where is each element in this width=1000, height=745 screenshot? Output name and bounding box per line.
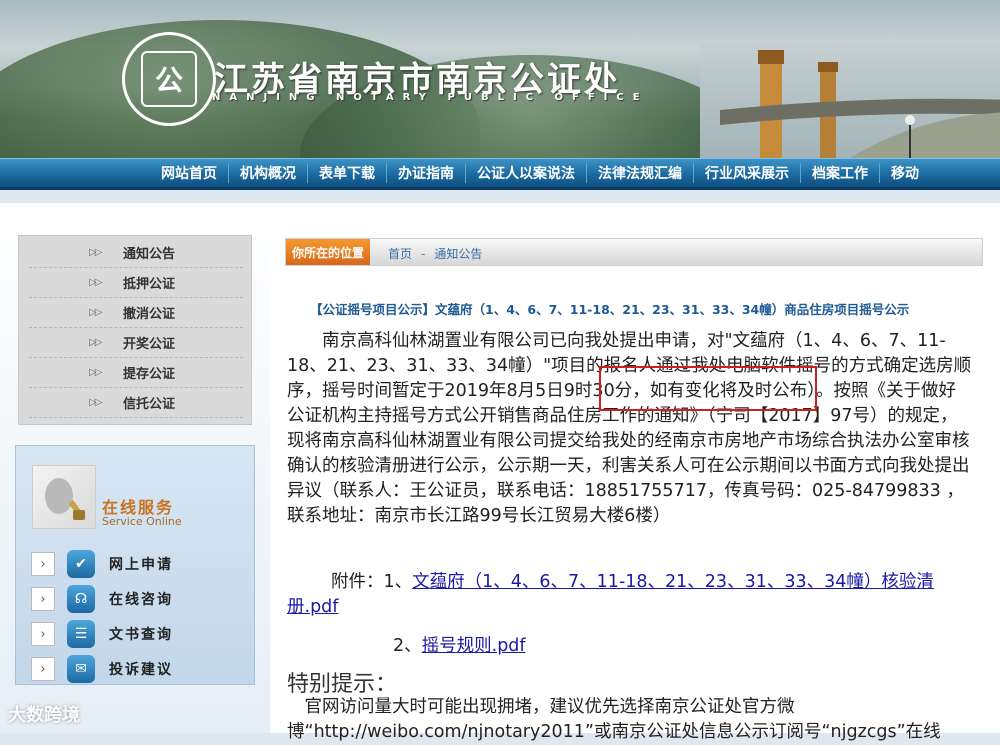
sidebar-item-label: 开奖公证 — [123, 337, 176, 352]
breadcrumb-notices-link[interactable]: 通知公告 — [434, 247, 482, 261]
chevron-right-icon: › — [31, 552, 55, 576]
service-label: 投诉建议 — [109, 662, 173, 678]
double-arrow-icon: ▷▷ — [89, 367, 102, 378]
sidebar: ▷▷ 通知公告 ▷▷ 抵押公证 ▷▷ 撤消公证 ▷▷ 开奖公证 ▷▷ 提存公证 … — [0, 203, 270, 733]
service-consult-online[interactable]: › ☊ 在线咨询 — [31, 584, 241, 614]
service-label: 网上申请 — [109, 557, 173, 573]
service-subtitle: Service Online — [102, 515, 182, 528]
location-label: 你所在的位置 — [286, 239, 370, 265]
checklist-icon: ✔ — [67, 550, 95, 578]
breadcrumb-home-link[interactable]: 首页 — [388, 247, 412, 261]
chevron-right-icon: › — [31, 587, 55, 611]
nav-item-about[interactable]: 机构概况 — [228, 163, 307, 183]
double-arrow-icon: ▷▷ — [89, 337, 102, 348]
service-photo — [32, 465, 96, 529]
service-document-query[interactable]: › ☰ 文书查询 — [31, 619, 241, 649]
sidebar-item-label: 抵押公证 — [123, 277, 176, 292]
sidebar-item-label: 撤消公证 — [123, 307, 176, 322]
bridge-illustration — [720, 50, 1000, 158]
chat-bubble-icon: ✉ — [67, 655, 95, 683]
nav-item-home[interactable]: 网站首页 — [150, 163, 228, 183]
watermark-logo: 大数跨境 — [8, 705, 80, 726]
article-body: 南京高科仙林湖置业有限公司已向我处提出申请，对"文蕴府（1、4、6、7、11-1… — [287, 331, 972, 526]
sidebar-item-label: 提存公证 — [123, 367, 176, 382]
site-subtitle: NANJING NOTARY PUBLIC OFFICE — [212, 92, 649, 103]
double-arrow-icon: ▷▷ — [89, 277, 102, 288]
nav-item-cases[interactable]: 公证人以案说法 — [465, 163, 586, 183]
seal-emblem-icon: 公 — [141, 51, 197, 107]
sidebar-item-notices[interactable]: ▷▷ 通知公告 — [29, 238, 243, 268]
breadcrumb-separator: - — [421, 247, 426, 261]
sidebar-item-lottery[interactable]: ▷▷ 开奖公证 — [29, 328, 243, 358]
article-title: 【公证摇号项目公示】文蕴府（1、4、6、7、11-18、21、23、31、33、… — [310, 302, 910, 317]
chevron-right-icon: › — [31, 622, 55, 646]
nav-item-mobile[interactable]: 移动 — [879, 163, 930, 183]
service-label: 在线咨询 — [109, 592, 173, 608]
headset-icon: ☊ — [67, 585, 95, 613]
date-highlight-box — [599, 366, 817, 411]
attachments-label: 附件：1、 — [331, 572, 413, 592]
service-apply-online[interactable]: › ✔ 网上申请 — [31, 549, 241, 579]
attachment-index: 2、 — [393, 636, 422, 656]
document-list-icon: ☰ — [67, 620, 95, 648]
chevron-right-icon: › — [31, 657, 55, 681]
breadcrumb: 你所在的位置 首页 - 通知公告 — [285, 238, 983, 266]
notice-heading: 特别提示： — [287, 672, 398, 697]
double-arrow-icon: ▷▷ — [89, 307, 102, 318]
sidebar-item-label: 通知公告 — [123, 247, 176, 262]
attachment-link-rules[interactable]: 摇号规则.pdf — [422, 636, 526, 656]
nav-item-laws[interactable]: 法律法规汇编 — [586, 163, 693, 183]
notary-seal-logo: 公 — [122, 32, 216, 126]
main-nav: 网站首页 机构概况 表单下载 办证指南 公证人以案说法 法律法规汇编 行业风采展… — [0, 158, 1000, 190]
online-service-panel: 在线服务 Service Online › ✔ 网上申请 › ☊ 在线咨询 › … — [15, 445, 255, 685]
sidebar-item-mortgage[interactable]: ▷▷ 抵押公证 — [29, 268, 243, 298]
header-banner: 公 江苏省南京市南京公证处 NANJING NOTARY PUBLIC OFFI… — [0, 0, 1000, 158]
service-label: 文书查询 — [109, 627, 173, 643]
double-arrow-icon: ▷▷ — [89, 247, 102, 258]
sidebar-item-revocation[interactable]: ▷▷ 撤消公证 — [29, 298, 243, 328]
nav-item-archives[interactable]: 档案工作 — [800, 163, 879, 183]
sidebar-item-label: 信托公证 — [123, 397, 176, 412]
main-content: 你所在的位置 首页 - 通知公告 【公证摇号项目公示】文蕴府（1、4、6、7、11-… — [270, 203, 1000, 742]
service-complaint[interactable]: › ✉ 投诉建议 — [31, 654, 241, 684]
sidebar-item-trust[interactable]: ▷▷ 信托公证 — [29, 388, 243, 418]
attachments: 附件：1、文蕴府（1、4、6、7、11-18、21、23、31、33、34幢）核… — [287, 570, 972, 659]
sidebar-menu: ▷▷ 通知公告 ▷▷ 抵押公证 ▷▷ 撤消公证 ▷▷ 开奖公证 ▷▷ 提存公证 … — [18, 235, 252, 425]
sidebar-item-escrow[interactable]: ▷▷ 提存公证 — [29, 358, 243, 388]
notice-text: 官网访问量大时可能出现拥堵，建议优先选择南京公证处官方微博“http://wei… — [287, 697, 941, 742]
nav-item-downloads[interactable]: 表单下载 — [307, 163, 386, 183]
breadcrumb-trail: 首页 - 通知公告 — [388, 245, 482, 262]
nav-item-industry[interactable]: 行业风采展示 — [693, 163, 800, 183]
nav-item-guide[interactable]: 办证指南 — [386, 163, 465, 183]
double-arrow-icon: ▷▷ — [89, 397, 102, 408]
